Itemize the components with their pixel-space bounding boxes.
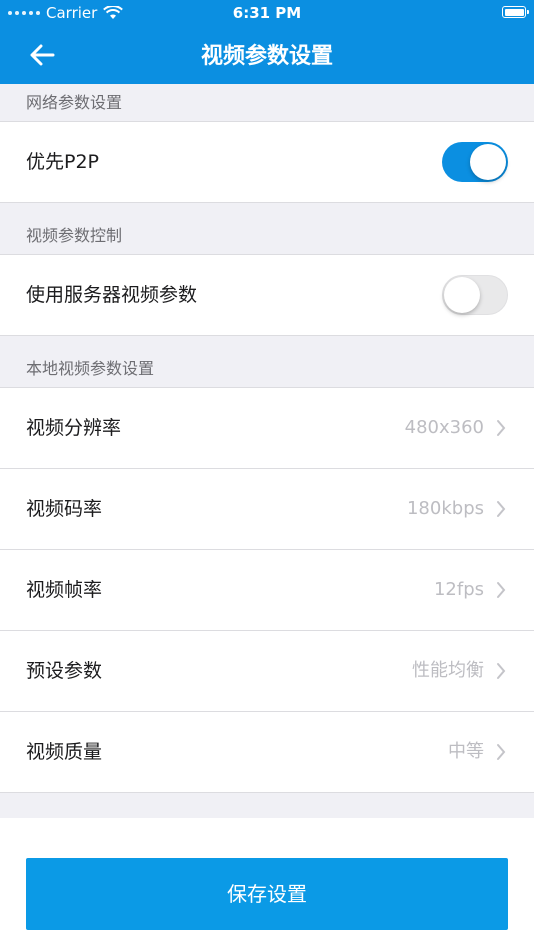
- framerate-value: 12fps: [433, 579, 484, 600]
- quality-value: 中等: [448, 741, 484, 762]
- status-bar: Carrier 6:31 PM: [0, 0, 534, 26]
- section-header-local: 本地视频参数设置: [0, 336, 534, 388]
- server-params-row: 使用服务器视频参数: [0, 255, 534, 336]
- toggle-knob: [444, 277, 480, 313]
- preset-label: 预设参数: [26, 660, 103, 682]
- battery-icon: [502, 6, 529, 18]
- resolution-label: 视频分辨率: [26, 417, 122, 439]
- chevron-right-icon: [497, 744, 506, 760]
- bitrate-row[interactable]: 视频码率 180kbps: [0, 469, 534, 550]
- server-params-label: 使用服务器视频参数: [26, 284, 198, 306]
- p2p-toggle[interactable]: [442, 142, 508, 182]
- server-params-toggle[interactable]: [442, 275, 508, 315]
- resolution-row[interactable]: 视频分辨率 480x360: [0, 388, 534, 469]
- bitrate-label: 视频码率: [26, 498, 103, 520]
- status-time: 6:31 PM: [232, 4, 302, 22]
- p2p-row: 优先P2P: [0, 122, 534, 203]
- page-title: 视频参数设置: [200, 44, 333, 69]
- app-header: Carrier 6:31 PM 视频参数设置: [0, 0, 534, 84]
- preset-value: 性能均衡: [412, 660, 484, 681]
- save-settings-button[interactable]: 保存设置: [26, 858, 508, 930]
- chevron-right-icon: [497, 501, 506, 517]
- section-header-control: 视频参数控制: [0, 203, 534, 255]
- quality-row[interactable]: 视频质量 中等: [0, 712, 534, 793]
- preset-row[interactable]: 预设参数 性能均衡: [0, 631, 534, 712]
- quality-label: 视频质量: [26, 741, 103, 763]
- chevron-right-icon: [497, 582, 506, 598]
- section-header-network: 网络参数设置: [0, 84, 534, 122]
- chevron-right-icon: [497, 663, 506, 679]
- resolution-value: 480x360: [404, 417, 484, 438]
- toggle-knob: [470, 144, 506, 180]
- p2p-label: 优先P2P: [26, 151, 100, 173]
- framerate-label: 视频帧率: [26, 579, 103, 601]
- framerate-row[interactable]: 视频帧率 12fps: [0, 550, 534, 631]
- chevron-right-icon: [497, 420, 506, 436]
- bitrate-value: 180kbps: [406, 498, 484, 519]
